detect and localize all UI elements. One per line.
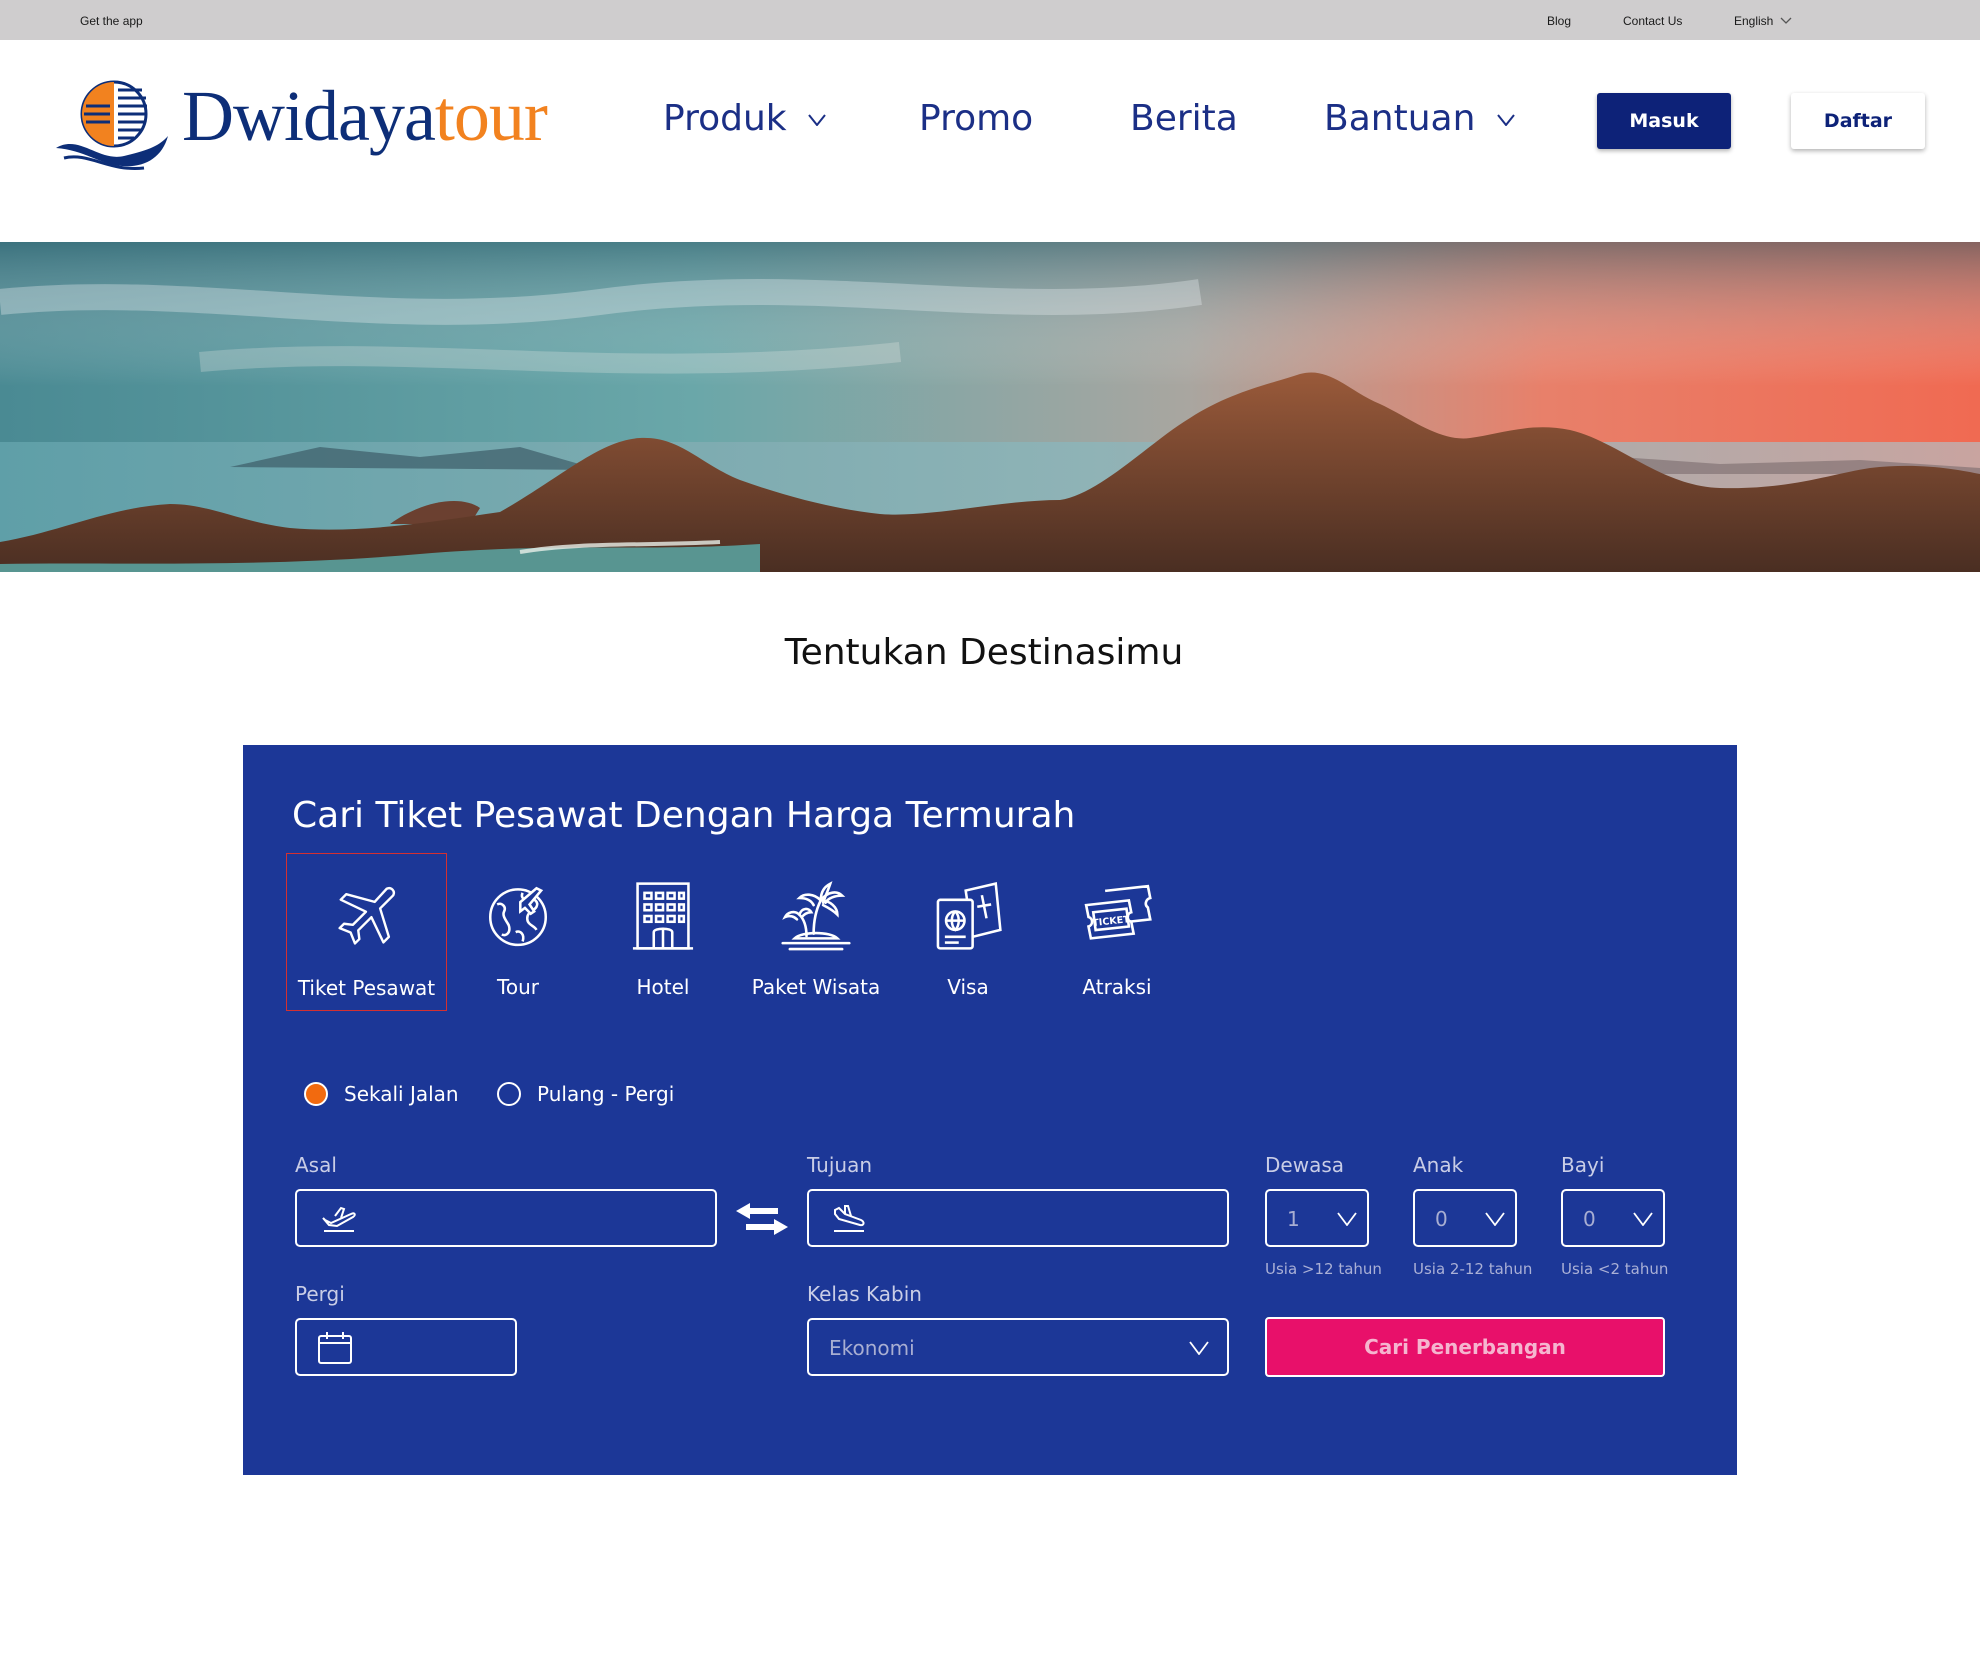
child-count-select[interactable]: 0 (1413, 1189, 1517, 1247)
adult-count-value: 1 (1287, 1207, 1300, 1231)
category-label: Tiket Pesawat (297, 976, 436, 1000)
login-button[interactable]: Masuk (1597, 93, 1731, 149)
passport-icon (936, 882, 1002, 950)
cabin-class-value: Ekonomi (829, 1336, 915, 1360)
chevron-down-icon (1189, 1341, 1209, 1355)
nav-produk-label: Produk (663, 98, 787, 139)
infant-count-select[interactable]: 0 (1561, 1189, 1665, 1247)
hero-banner-image (0, 242, 1980, 572)
nav-bantuan[interactable]: Bantuan (1324, 98, 1515, 139)
chevron-down-icon (1633, 1212, 1653, 1226)
site-header: Dwidayatour Produk Promo Berita Bantuan … (0, 40, 1980, 242)
radio-label: Sekali Jalan (344, 1082, 459, 1106)
category-tab-tiket-pesawat[interactable]: Tiket Pesawat (286, 853, 447, 1011)
nav-berita[interactable]: Berita (1130, 98, 1238, 139)
blog-link[interactable]: Blog (1547, 14, 1571, 28)
radio-selected-indicator (304, 1082, 328, 1106)
category-tab-atraksi[interactable]: TICKET Atraksi (1062, 853, 1172, 1011)
search-panel-title: Cari Tiket Pesawat Dengan Harga Termurah (292, 795, 1076, 836)
language-selector[interactable]: English (1734, 14, 1792, 28)
radio-unselected-indicator (497, 1082, 521, 1106)
cabin-class-select[interactable]: Ekonomi (807, 1318, 1229, 1376)
island-icon (781, 881, 851, 951)
nav-bantuan-label: Bantuan (1324, 98, 1476, 139)
category-tab-tour[interactable]: Tour (463, 853, 573, 1011)
nav-promo[interactable]: Promo (919, 98, 1033, 139)
globe-icon (488, 886, 548, 947)
search-flights-button[interactable]: Cari Penerbangan (1265, 1317, 1665, 1377)
brand-logo[interactable]: Dwidayatour (54, 76, 584, 186)
swap-icon[interactable] (734, 1201, 790, 1237)
category-label: Visa (947, 975, 989, 999)
contact-us-link[interactable]: Contact Us (1623, 14, 1682, 28)
tujuan-label: Tujuan (807, 1153, 873, 1177)
child-count-value: 0 (1435, 1207, 1448, 1231)
pergi-label: Pergi (295, 1282, 345, 1306)
get-app-link[interactable]: Get the app (80, 14, 143, 28)
category-tab-hotel[interactable]: Hotel (608, 853, 718, 1011)
chevron-down-icon (1485, 1212, 1505, 1226)
register-button[interactable]: Daftar (1791, 93, 1925, 149)
ticket-icon: TICKET (1084, 884, 1152, 940)
anak-label: Anak (1413, 1153, 1464, 1177)
category-label: Atraksi (1082, 975, 1152, 999)
radio-sekali-jalan[interactable]: Sekali Jalan (304, 1079, 459, 1109)
kelas-kabin-label: Kelas Kabin (807, 1282, 922, 1306)
infant-count-value: 0 (1583, 1207, 1596, 1231)
dewasa-label: Dewasa (1265, 1153, 1344, 1177)
airplane-icon (337, 887, 395, 945)
chevron-down-icon (1780, 17, 1792, 24)
category-label: Paket Wisata (751, 975, 881, 999)
logo-emblem-icon (56, 80, 168, 171)
infant-age-hint: Usia <2 tahun (1561, 1260, 1669, 1278)
nav-produk[interactable]: Produk (663, 98, 826, 139)
chevron-down-icon (808, 114, 826, 126)
radio-label: Pulang - Pergi (537, 1082, 675, 1106)
bayi-label: Bayi (1561, 1153, 1605, 1177)
calendar-icon (318, 1332, 352, 1364)
page-title: Tentukan Destinasimu (784, 632, 1184, 673)
brand-wordmark: Dwidayatour (182, 76, 548, 156)
top-utility-bar: Get the app Blog Contact Us English (0, 0, 1980, 40)
adult-age-hint: Usia >12 tahun (1265, 1260, 1382, 1278)
radio-pulang-pergi[interactable]: Pulang - Pergi (497, 1079, 674, 1109)
child-age-hint: Usia 2-12 tahun (1413, 1260, 1533, 1278)
hotel-icon (632, 882, 694, 950)
language-label: English (1734, 14, 1774, 28)
destination-input[interactable] (807, 1189, 1229, 1247)
asal-label: Asal (295, 1153, 337, 1177)
category-tab-paket-wisata[interactable]: Paket Wisata (746, 853, 886, 1011)
origin-input[interactable] (295, 1189, 717, 1247)
category-label: Tour (497, 975, 539, 999)
category-tab-visa[interactable]: Visa (913, 853, 1023, 1011)
departure-date-input[interactable] (295, 1318, 517, 1376)
search-panel: Cari Tiket Pesawat Dengan Harga Termurah… (243, 745, 1737, 1475)
adult-count-select[interactable]: 1 (1265, 1189, 1369, 1247)
plane-takeoff-icon (322, 1206, 356, 1232)
chevron-down-icon (1337, 1212, 1357, 1226)
chevron-down-icon (1497, 114, 1515, 126)
plane-landing-icon (834, 1205, 865, 1232)
category-label: Hotel (636, 975, 690, 999)
